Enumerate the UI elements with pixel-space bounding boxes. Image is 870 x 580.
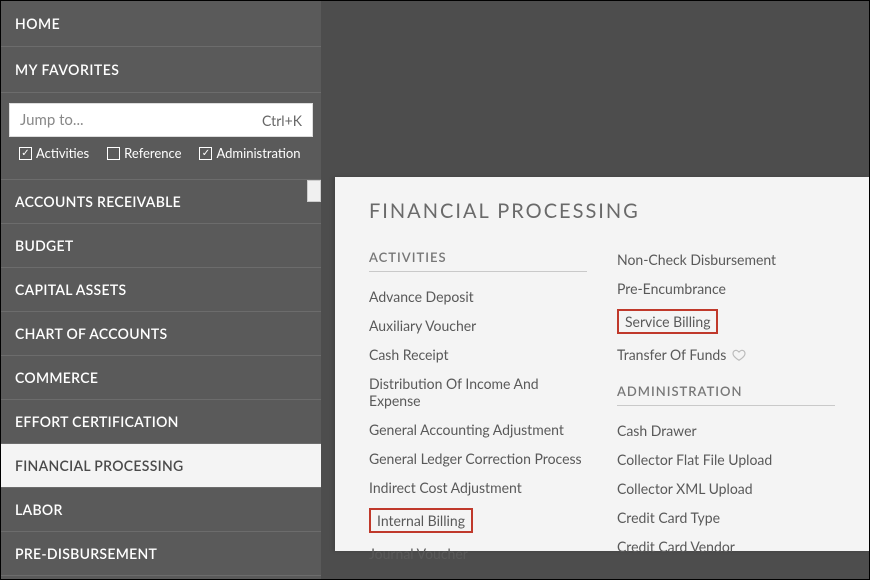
top-nav: HOME MY FAVORITES: [1, 1, 321, 93]
link-collector-xml-upload[interactable]: Collector XML Upload: [617, 474, 835, 503]
link-pre-encumbrance[interactable]: Pre-Encumbrance: [617, 274, 835, 303]
nav-home[interactable]: HOME: [1, 1, 321, 47]
link-cash-drawer[interactable]: Cash Drawer: [617, 416, 835, 445]
link-transfer-of-funds[interactable]: Transfer Of Funds: [617, 340, 835, 369]
link-general-accounting-adjustment[interactable]: General Accounting Adjustment: [369, 415, 587, 444]
link-credit-card-type[interactable]: Credit Card Type: [617, 503, 835, 532]
checkbox-icon: [107, 147, 120, 160]
panel-columns: ACTIVITIES Advance Deposit Auxiliary Vou…: [369, 245, 835, 568]
link-cash-receipt[interactable]: Cash Receipt: [369, 340, 587, 369]
panel-title: FINANCIAL PROCESSING: [369, 199, 835, 223]
search-filters: Activities Reference Administration: [9, 137, 313, 171]
activities-list: Advance Deposit Auxiliary Voucher Cash R…: [369, 282, 587, 568]
filter-label: Activities: [36, 145, 89, 161]
link-credit-card-vendor[interactable]: Credit Card Vendor: [617, 532, 835, 561]
module-budget[interactable]: BUDGET: [1, 224, 321, 268]
checkbox-icon: [19, 147, 32, 160]
section-administration: ADMINISTRATION: [617, 383, 835, 406]
link-advance-deposit[interactable]: Advance Deposit: [369, 282, 587, 311]
link-indirect-cost-adjustment[interactable]: Indirect Cost Adjustment: [369, 473, 587, 502]
scrollbar-thumb[interactable]: [307, 180, 321, 202]
checkbox-icon: [199, 147, 212, 160]
administration-list: Cash Drawer Collector Flat File Upload C…: [617, 416, 835, 561]
module-pre-disbursement[interactable]: PRE-DISBURSEMENT: [1, 532, 321, 576]
panel-col-right: Non-Check Disbursement Pre-Encumbrance S…: [617, 245, 835, 568]
app-frame: HOME MY FAVORITES Jump to... Ctrl+K Acti…: [0, 0, 870, 580]
search-shortcut: Ctrl+K: [262, 112, 302, 129]
module-financial-processing[interactable]: FINANCIAL PROCESSING: [1, 444, 321, 488]
link-non-check-disbursement[interactable]: Non-Check Disbursement: [617, 245, 835, 274]
link-distribution-income-expense[interactable]: Distribution Of Income And Expense: [369, 369, 587, 415]
nav-my-favorites[interactable]: MY FAVORITES: [1, 47, 321, 93]
jump-to-input[interactable]: Jump to... Ctrl+K: [9, 103, 313, 137]
link-journal-voucher[interactable]: Journal Voucher: [369, 539, 587, 568]
module-commerce[interactable]: COMMERCE: [1, 356, 321, 400]
link-auxiliary-voucher[interactable]: Auxiliary Voucher: [369, 311, 587, 340]
detail-panel: FINANCIAL PROCESSING ACTIVITIES Advance …: [335, 177, 869, 551]
heart-icon[interactable]: [732, 348, 746, 362]
filter-label: Reference: [124, 145, 181, 161]
filter-activities[interactable]: Activities: [19, 145, 89, 161]
link-collector-flat-file-upload[interactable]: Collector Flat File Upload: [617, 445, 835, 474]
search-placeholder: Jump to...: [20, 111, 84, 129]
link-service-billing[interactable]: Service Billing: [617, 303, 835, 340]
module-labor[interactable]: LABOR: [1, 488, 321, 532]
link-general-ledger-correction[interactable]: General Ledger Correction Process: [369, 444, 587, 473]
link-internal-billing[interactable]: Internal Billing: [369, 502, 587, 539]
section-activities: ACTIVITIES: [369, 249, 587, 272]
module-effort-certification[interactable]: EFFORT CERTIFICATION: [1, 400, 321, 444]
module-list: ACCOUNTS RECEIVABLE BUDGET CAPITAL ASSET…: [1, 180, 321, 580]
module-accounts-receivable[interactable]: ACCOUNTS RECEIVABLE: [1, 180, 321, 224]
activities-list-cont: Non-Check Disbursement Pre-Encumbrance S…: [617, 245, 835, 369]
module-purchasing-accounts-payables[interactable]: PURCHASING ACCOUNTS PAYABLES: [1, 576, 321, 580]
content-area: FINANCIAL PROCESSING ACTIVITIES Advance …: [321, 1, 869, 579]
module-capital-assets[interactable]: CAPITAL ASSETS: [1, 268, 321, 312]
filter-reference[interactable]: Reference: [107, 145, 181, 161]
panel-col-left: ACTIVITIES Advance Deposit Auxiliary Vou…: [369, 245, 587, 568]
filter-administration[interactable]: Administration: [199, 145, 300, 161]
search-wrap: Jump to... Ctrl+K Activities Reference A…: [1, 93, 321, 180]
module-chart-of-accounts[interactable]: CHART OF ACCOUNTS: [1, 312, 321, 356]
filter-label: Administration: [216, 145, 300, 161]
sidebar: HOME MY FAVORITES Jump to... Ctrl+K Acti…: [1, 1, 321, 579]
